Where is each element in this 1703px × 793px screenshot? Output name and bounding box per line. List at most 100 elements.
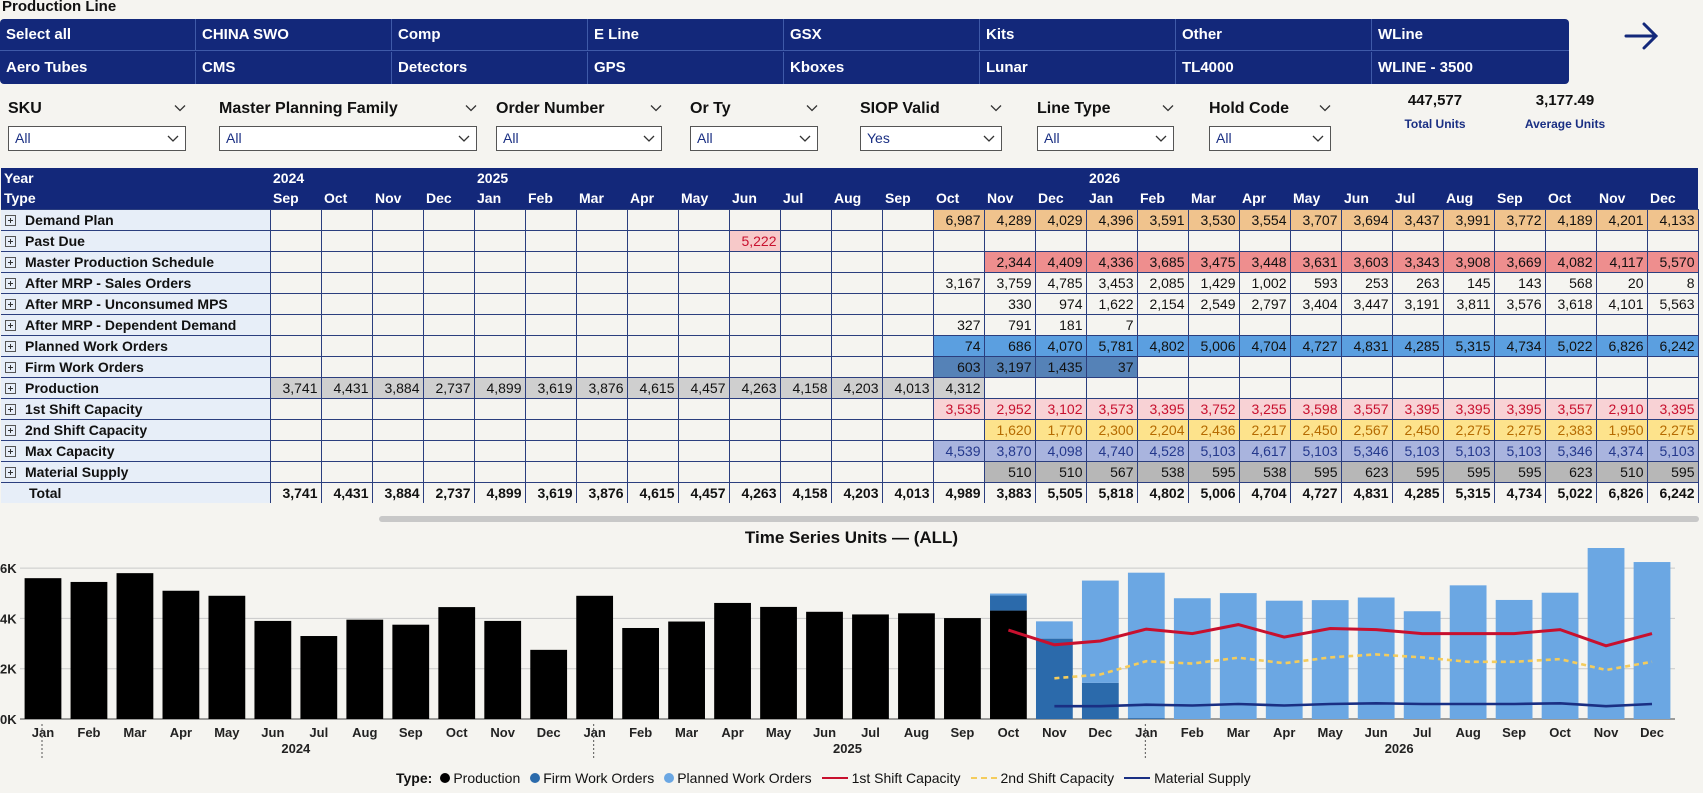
slicer-item[interactable]: Other	[1176, 19, 1372, 51]
expand-icon[interactable]	[5, 403, 16, 415]
table-cell	[677, 397, 730, 420]
filter-label[interactable]: Order Number	[496, 100, 662, 122]
expand-icon[interactable]	[5, 382, 16, 394]
row-label[interactable]: Firm Work Orders	[1, 355, 271, 378]
expand-icon[interactable]	[5, 361, 16, 373]
slicer-item[interactable]: WLine	[1372, 19, 1569, 51]
slicer-item[interactable]: Comp	[392, 19, 588, 51]
slicer-item[interactable]: Select all	[0, 19, 196, 51]
row-label[interactable]: Max Capacity	[1, 439, 271, 462]
table-cell	[881, 397, 934, 420]
filter-dropdown[interactable]: All	[1209, 126, 1331, 151]
chevron-down-icon[interactable]	[1319, 103, 1331, 113]
row-label[interactable]: Planned Work Orders	[1, 334, 271, 357]
table-cell: 5,315	[1442, 481, 1495, 503]
expand-icon[interactable]	[5, 235, 16, 247]
legend-item[interactable]: Production	[440, 770, 520, 786]
slicer-item[interactable]: E Line	[588, 19, 784, 51]
legend-item[interactable]: 1st Shift Capacity	[821, 770, 961, 786]
x-tick-label: Jul	[1413, 725, 1432, 740]
expand-icon[interactable]	[5, 214, 16, 226]
legend-item[interactable]: Material Supply	[1124, 770, 1251, 786]
row-label[interactable]: 1st Shift Capacity	[1, 397, 271, 420]
table-cell	[371, 208, 424, 231]
expand-icon[interactable]	[5, 298, 16, 310]
row-label[interactable]: Past Due	[1, 229, 271, 252]
expand-icon[interactable]	[5, 256, 16, 268]
x-tick-label: Feb	[629, 725, 652, 740]
slicer-item[interactable]: Detectors	[392, 52, 588, 84]
table-cell	[371, 418, 424, 441]
table-cell	[881, 271, 934, 294]
row-label[interactable]: Master Production Schedule	[1, 250, 271, 273]
filter-label[interactable]: SKU	[8, 100, 186, 122]
table-cell	[881, 229, 934, 252]
bar-planned-work-orders	[1219, 593, 1257, 719]
table-cell: 4,899	[473, 376, 526, 399]
filter-dropdown[interactable]: All	[1037, 126, 1174, 151]
table-cell	[779, 334, 832, 357]
next-arrow-icon[interactable]	[1622, 16, 1662, 56]
expand-icon[interactable]	[5, 340, 16, 352]
row-label[interactable]: 2nd Shift Capacity	[1, 418, 271, 441]
slicer-item[interactable]: CMS	[196, 52, 392, 84]
table-cell: 4,133	[1646, 208, 1699, 231]
slicer-item[interactable]: TL4000	[1176, 52, 1372, 84]
row-label[interactable]: Production	[1, 376, 271, 399]
legend-item[interactable]: 2nd Shift Capacity	[970, 770, 1114, 786]
slicer-item[interactable]: Kits	[980, 19, 1176, 51]
filter-dropdown[interactable]: Yes	[860, 126, 1002, 151]
filter-label[interactable]: Or Ty	[690, 100, 818, 122]
filter-label[interactable]: Master Planning Family	[219, 100, 477, 122]
chevron-down-icon[interactable]	[990, 103, 1002, 113]
row-label[interactable]: Demand Plan	[1, 208, 271, 231]
filter-dropdown[interactable]: All	[8, 126, 186, 151]
slicer-item[interactable]: GSX	[784, 19, 980, 51]
table-cell: 3,772	[1493, 208, 1546, 231]
filter-dropdown[interactable]: All	[496, 126, 662, 151]
table-cell: 2,567	[1340, 418, 1393, 441]
chevron-down-icon[interactable]	[650, 103, 662, 113]
row-label[interactable]: After MRP - Sales Orders	[1, 271, 271, 294]
x-tick-label: Feb	[77, 725, 100, 740]
table-cell	[473, 334, 526, 357]
row-label[interactable]: After MRP - Unconsumed MPS	[1, 292, 271, 315]
table-cell: 2,383	[1544, 418, 1597, 441]
slicer-item[interactable]: Kboxes	[784, 52, 980, 84]
filter-dropdown[interactable]: All	[690, 126, 818, 151]
table-cell	[1289, 229, 1342, 252]
legend-item[interactable]: Planned Work Orders	[664, 770, 812, 786]
expand-icon[interactable]	[5, 424, 16, 436]
slicer-item[interactable]: GPS	[588, 52, 784, 84]
filter-dropdown[interactable]: All	[219, 126, 477, 151]
bar-production	[714, 602, 751, 719]
slicer-item[interactable]: WLINE - 3500	[1372, 52, 1569, 84]
table-cell	[779, 418, 832, 441]
slicer-item[interactable]: CHINA SWO	[196, 19, 392, 51]
chevron-down-icon[interactable]	[1162, 103, 1174, 113]
expand-icon[interactable]	[5, 319, 16, 331]
expand-icon[interactable]	[5, 466, 16, 478]
row-label[interactable]: After MRP - Dependent Demand	[1, 313, 271, 336]
slicer-item[interactable]: Lunar	[980, 52, 1176, 84]
table-cell	[728, 397, 781, 420]
expand-icon[interactable]	[5, 445, 16, 457]
chevron-down-icon[interactable]	[806, 103, 818, 113]
table-cell: 595	[1289, 460, 1342, 483]
chevron-down-icon[interactable]	[174, 103, 186, 113]
table-cell	[371, 334, 424, 357]
filter-label[interactable]: Hold Code	[1209, 100, 1331, 122]
row-label[interactable]: Material Supply	[1, 460, 271, 483]
slicer-item[interactable]: Aero Tubes	[0, 52, 196, 84]
table-cell: 4,098	[1034, 439, 1087, 462]
bar-production	[254, 620, 292, 719]
chevron-down-icon[interactable]	[465, 103, 477, 113]
table-cell: 1,002	[1238, 271, 1291, 294]
expand-icon[interactable]	[5, 277, 16, 289]
matrix-horizontal-scrollbar[interactable]	[379, 516, 1699, 522]
filter-label[interactable]: SIOP Valid	[860, 100, 1002, 122]
x-tick-label: Oct	[446, 725, 468, 740]
filter-label[interactable]: Line Type	[1037, 100, 1174, 122]
table-cell: 5,103	[1493, 439, 1546, 462]
legend-item[interactable]: Firm Work Orders	[530, 770, 654, 786]
